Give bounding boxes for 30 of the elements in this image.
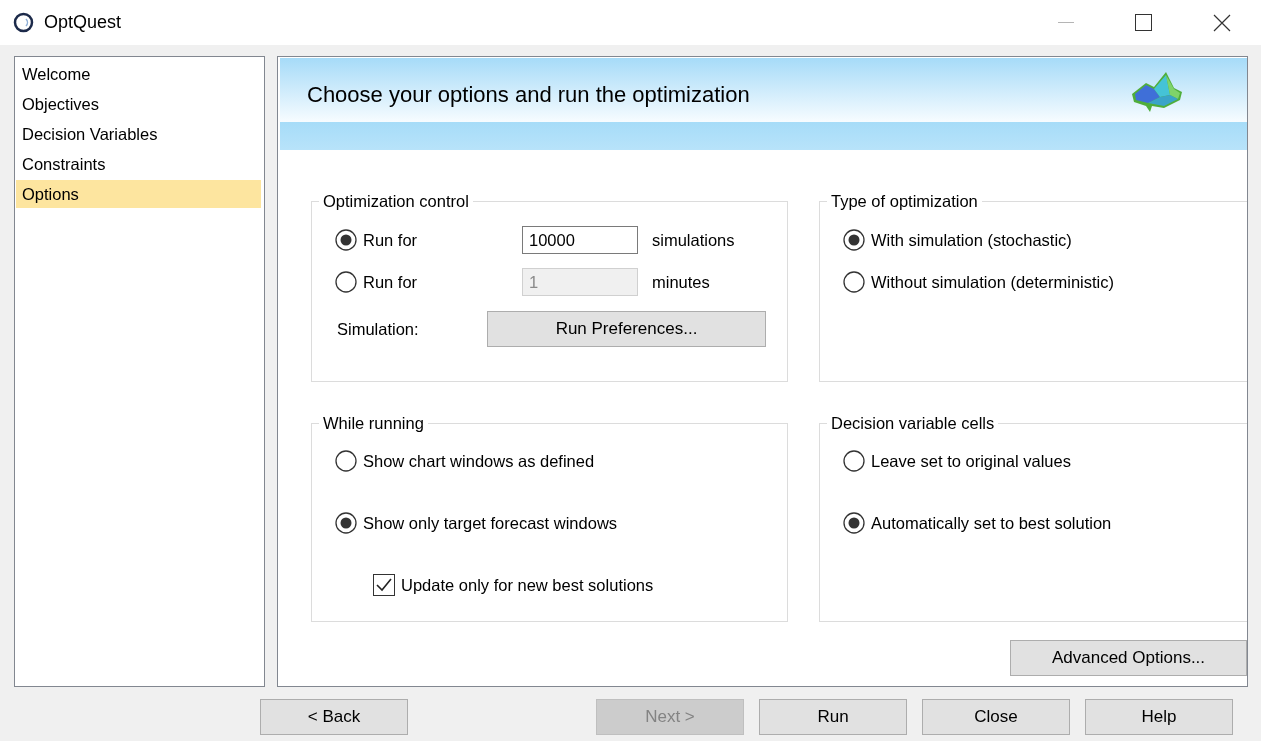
- close-icon: [1213, 13, 1231, 32]
- page-heading: Choose your options and run the optimization: [307, 81, 751, 108]
- maximize-icon: [1135, 13, 1153, 32]
- unit-label: simulations: [652, 230, 735, 250]
- footer-button[interactable]: Close: [922, 699, 1070, 735]
- surface-plot-icon: [1130, 70, 1184, 114]
- sidebar-item[interactable]: Decision Variables: [16, 119, 261, 149]
- run-preferences-button[interactable]: Run Preferences...: [487, 311, 766, 347]
- radio-button[interactable]: With simulation (stochastic): [843, 229, 1072, 251]
- radio-button[interactable]: Leave set to original values: [843, 450, 1071, 472]
- sidebar-item[interactable]: Options: [16, 180, 261, 208]
- number-field[interactable]: 10000: [522, 226, 638, 254]
- radio-button[interactable]: Automatically set to best solution: [843, 512, 1112, 534]
- sidebar-item[interactable]: Objectives: [16, 89, 261, 119]
- sidebar-item[interactable]: Constraints: [16, 149, 261, 179]
- radio-button[interactable]: Show chart windows as defined: [335, 450, 595, 472]
- app-logo-icon: [13, 12, 34, 33]
- unit-label: minutes: [652, 272, 710, 292]
- window-title: OptQuest: [44, 12, 122, 33]
- sidebar-item[interactable]: Welcome: [16, 59, 261, 89]
- advanced-options-button[interactable]: Advanced Options...: [1010, 640, 1247, 676]
- radio-button[interactable]: Run for: [335, 229, 522, 251]
- checkbox[interactable]: Update only for new best solutions: [373, 574, 654, 596]
- footer-button[interactable]: Run: [759, 699, 907, 735]
- radio-button[interactable]: Without simulation (deterministic): [843, 271, 1114, 293]
- radio-button[interactable]: Show only target forecast windows: [335, 512, 618, 534]
- minimize-icon: [1058, 21, 1074, 24]
- footer-button[interactable]: Help: [1085, 699, 1233, 735]
- simulation-label: Simulation:: [336, 319, 420, 339]
- footer-button[interactable]: < Back: [260, 699, 408, 735]
